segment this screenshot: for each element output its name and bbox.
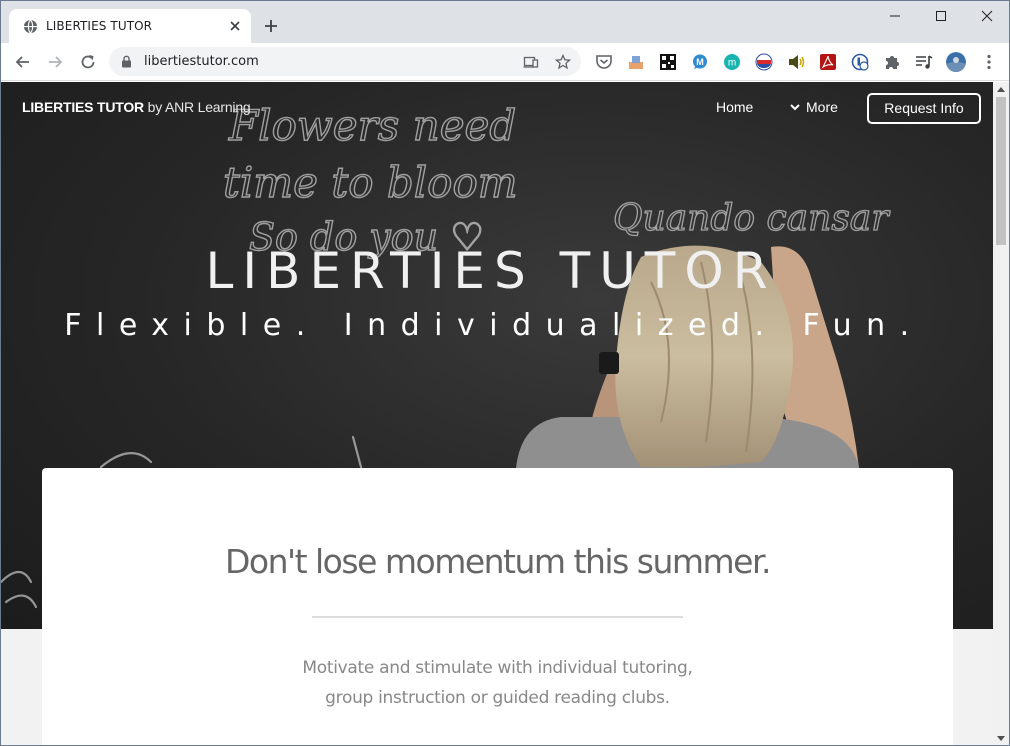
svg-text:M: M xyxy=(696,57,704,67)
reload-icon[interactable] xyxy=(79,53,97,71)
brand-name[interactable]: LIBERTIES TUTOR xyxy=(22,99,144,115)
site-brand[interactable]: LIBERTIES TUTOR by ANR Learning xyxy=(22,99,251,115)
tab-strip: LIBERTIES TUTOR xyxy=(1,1,1009,43)
menu-dots-icon[interactable] xyxy=(980,53,998,71)
intro-card: Don't lose momentum this summer. Motivat… xyxy=(42,468,953,745)
tab-title: LIBERTIES TUTOR xyxy=(46,19,153,33)
speaker-icon[interactable] xyxy=(787,53,805,71)
m-circle-icon[interactable]: m xyxy=(723,53,741,71)
nav-home-link[interactable]: Home xyxy=(716,99,753,115)
bookmark-tray-icon[interactable] xyxy=(627,53,645,71)
hero-subtitle: Flexible. Individualized. Fun. xyxy=(64,308,924,343)
card-divider xyxy=(312,616,683,618)
address-bar[interactable]: libertiestutor.com xyxy=(109,47,581,76)
password-icon[interactable] xyxy=(851,53,869,71)
card-body-line-1: Motivate and stimulate with individual t… xyxy=(302,658,693,678)
install-app-icon[interactable] xyxy=(523,54,539,70)
page-scrollbar[interactable] xyxy=(993,82,1009,745)
url-text[interactable]: libertiestutor.com xyxy=(144,54,259,69)
pocket-icon[interactable] xyxy=(595,53,613,71)
minimize-icon[interactable] xyxy=(888,9,902,23)
globe-icon xyxy=(23,19,38,34)
card-heading: Don't lose momentum this summer. xyxy=(225,542,772,581)
hero-title: LIBERTIES TUTOR xyxy=(205,242,777,300)
scroll-thumb[interactable] xyxy=(996,97,1006,245)
profile-avatar[interactable] xyxy=(946,52,966,72)
puzzle-icon[interactable] xyxy=(883,53,901,71)
lock-icon[interactable] xyxy=(121,55,132,68)
chat-bubble-icon[interactable]: M xyxy=(691,53,709,71)
nav-more-label: More xyxy=(806,99,838,115)
browser-tab[interactable]: LIBERTIES TUTOR xyxy=(9,9,251,43)
maximize-icon[interactable] xyxy=(934,9,948,23)
svg-text:m: m xyxy=(728,58,736,69)
new-tab-icon[interactable] xyxy=(263,18,279,34)
chevron-down-icon xyxy=(790,104,800,111)
browser-window: LIBERTIES TUTOR libertiestutor.com M m F… xyxy=(0,0,1010,746)
nav-more-dropdown[interactable]: More xyxy=(790,99,838,115)
bookmark-star-icon[interactable] xyxy=(555,54,571,70)
playlist-icon[interactable] xyxy=(915,53,933,71)
page-viewport: Flowers need time to bloom So do you ♡ Q… xyxy=(1,82,993,745)
forward-arrow-icon[interactable] xyxy=(46,53,64,71)
scroll-down-arrow-icon[interactable] xyxy=(997,736,1005,742)
browser-toolbar: libertiestutor.com M m xyxy=(1,43,1009,81)
pdf-icon[interactable] xyxy=(819,53,837,71)
scroll-up-arrow-icon[interactable] xyxy=(997,86,1005,92)
card-body: Motivate and stimulate with individual t… xyxy=(42,653,953,713)
request-info-button[interactable]: Request Info xyxy=(867,93,981,124)
close-window-icon[interactable] xyxy=(980,9,994,23)
card-body-line-2: group instruction or guided reading club… xyxy=(325,688,670,708)
close-tab-icon[interactable] xyxy=(227,18,243,34)
brand-byline[interactable]: by ANR Learning xyxy=(148,99,251,115)
back-arrow-icon[interactable] xyxy=(14,53,32,71)
flag-icon[interactable] xyxy=(755,53,773,71)
qr-icon[interactable] xyxy=(659,53,677,71)
